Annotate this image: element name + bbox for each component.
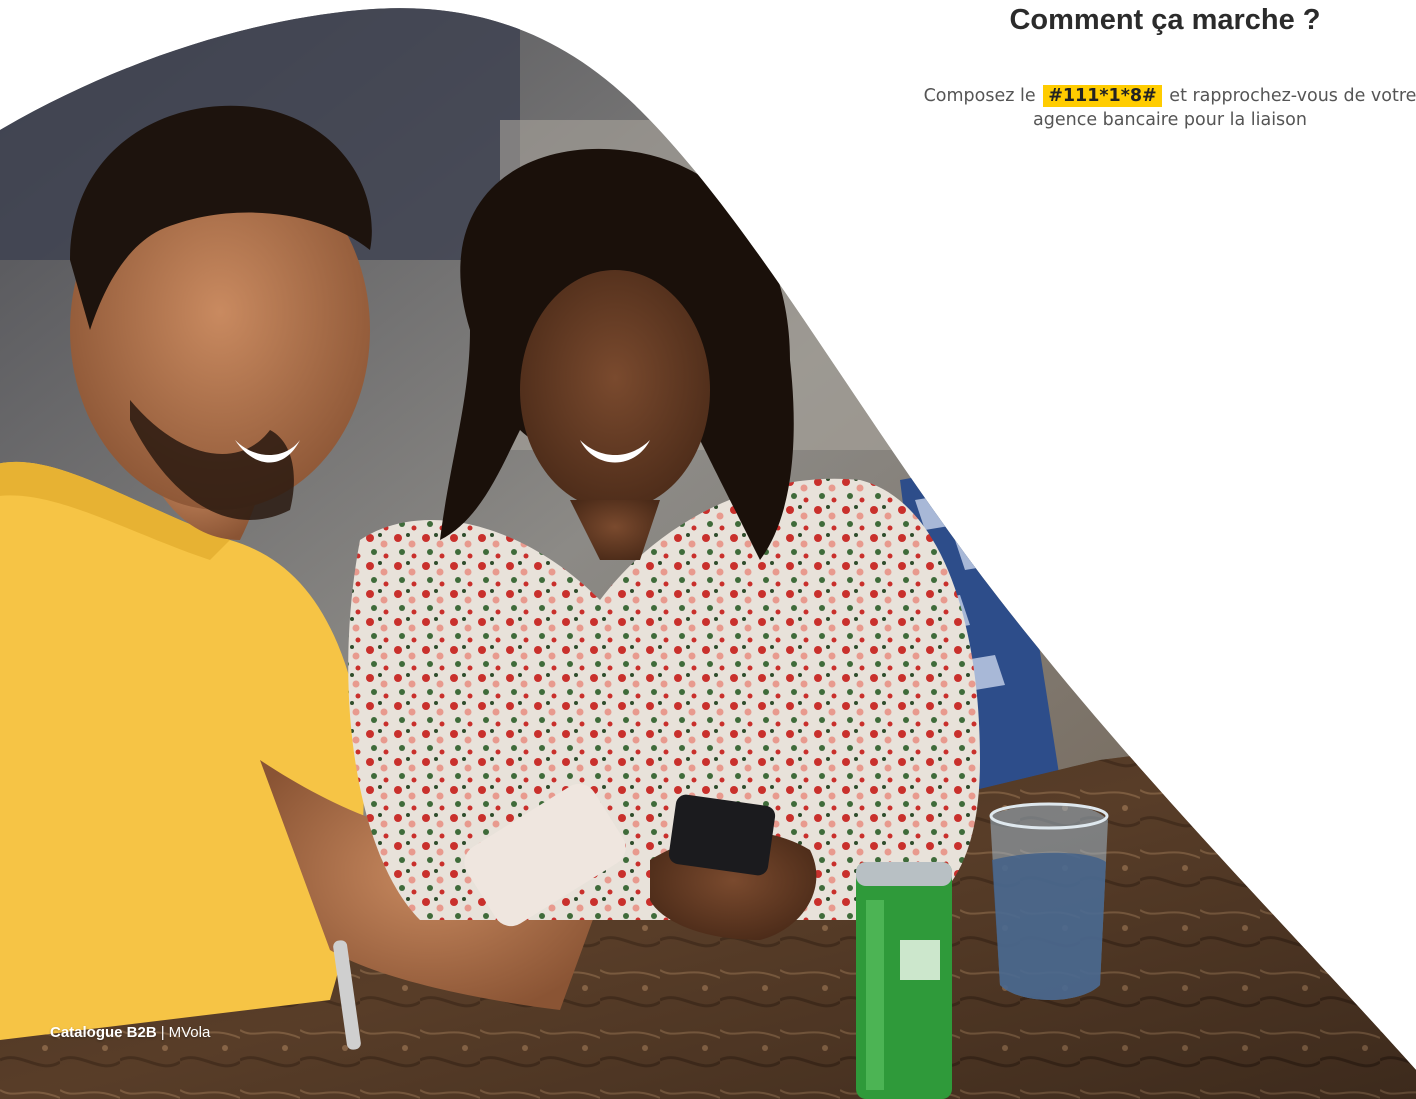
ussd-code: #111*1*8# [1043,85,1162,107]
page-title: Comment ça marche ? [1009,4,1321,36]
instructions-suffix-line1: et rapprochez-vous de votre [1169,86,1416,106]
instructions-text: Composez le #111*1*8# et rapprochez-vous… [860,84,1416,132]
instructions-prefix: Composez le [923,86,1036,106]
footer-brand: Catalogue B2B [50,1024,157,1041]
instructions-suffix-line2: agence bancaire pour la liaison [1033,110,1307,130]
catalogue-page: Comment ça marche ? Composez le #111*1*8… [0,0,1416,1099]
footer-separator: | [160,1024,165,1041]
footer-caption: Catalogue B2B | MVola [50,1024,210,1041]
hero-photo [0,0,1416,1099]
footer-product: MVola [168,1024,211,1041]
